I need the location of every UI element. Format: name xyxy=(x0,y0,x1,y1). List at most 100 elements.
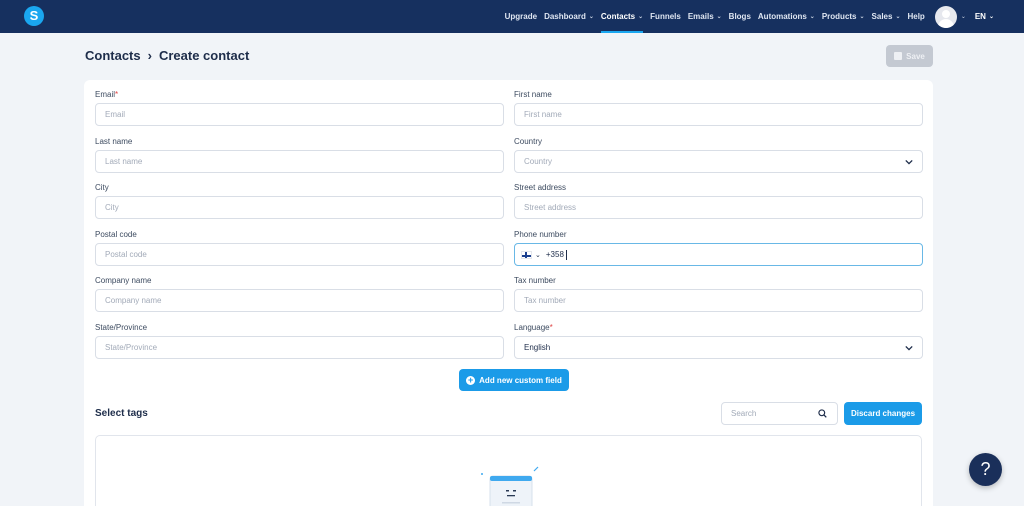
city-input[interactable]: City xyxy=(95,196,504,219)
text-cursor xyxy=(565,249,567,260)
chevron-right-icon: › xyxy=(147,48,152,63)
nav-item-contacts[interactable]: Contacts ⌄ xyxy=(600,0,644,33)
nav-item-funnels[interactable]: Funnels xyxy=(650,0,681,33)
tags-search-input[interactable]: Search xyxy=(721,402,838,425)
top-nav-bar: S Upgrade Dashboard ⌄ Contacts ⌄ Funnels E… xyxy=(0,0,1024,33)
breadcrumb-contacts-link[interactable]: Contacts xyxy=(85,48,141,63)
nav-item-label: Emails xyxy=(687,12,714,21)
language-label: EN xyxy=(974,12,986,21)
finland-flag-icon[interactable] xyxy=(521,250,532,259)
select-tags-heading: Select tags xyxy=(95,408,148,419)
country-select[interactable]: Country xyxy=(514,150,923,173)
nav-item-label: Dashboard xyxy=(544,12,586,21)
add-custom-field-button[interactable]: + Add new custom field xyxy=(459,369,569,391)
nav-item-blogs[interactable]: Blogs xyxy=(729,0,751,33)
postal-code-field-group: Postal code Postal code xyxy=(95,230,504,266)
nav-item-products[interactable]: Products ⌄ xyxy=(822,0,865,33)
country-placeholder: Country xyxy=(524,157,553,166)
company-name-placeholder: Company name xyxy=(105,296,162,305)
chevron-down-icon: ⌄ xyxy=(895,14,901,20)
first-name-input[interactable]: First name xyxy=(514,103,923,126)
city-placeholder: City xyxy=(105,203,119,212)
nav-item-automations[interactable]: Automations ⌄ xyxy=(758,0,815,33)
street-address-label: Street address xyxy=(514,183,567,192)
required-marker: * xyxy=(115,90,119,99)
chevron-down-icon xyxy=(905,345,913,351)
avatar[interactable] xyxy=(934,5,957,28)
first-name-label: First name xyxy=(514,90,552,99)
chevron-down-icon xyxy=(905,159,913,165)
search-icon xyxy=(818,409,827,418)
email-field-group: Email* Email xyxy=(95,90,504,126)
language-field-group: Language* English xyxy=(514,323,923,359)
discard-changes-label: Discard changes xyxy=(850,409,916,418)
app-logo[interactable]: S xyxy=(24,6,44,26)
country-label: Country xyxy=(514,137,543,146)
first-name-placeholder: First name xyxy=(524,110,562,119)
chevron-down-icon: ⌄ xyxy=(716,14,722,20)
nav-item-label: Products xyxy=(821,12,857,21)
tax-number-input[interactable]: Tax number xyxy=(514,289,923,312)
save-disk-icon xyxy=(894,52,903,60)
nav-item-label: Blogs xyxy=(728,12,751,21)
nav-item-help[interactable]: Help xyxy=(907,0,924,33)
postal-code-label: Postal code xyxy=(95,230,137,239)
phone-label: Phone number xyxy=(514,230,567,239)
nav-item-label: Sales xyxy=(871,12,893,21)
discard-changes-button[interactable]: Discard changes xyxy=(844,402,922,425)
chevron-down-icon: ⌄ xyxy=(988,14,994,20)
nav-item-label: Upgrade xyxy=(504,12,538,21)
nav-item-label: Funnels xyxy=(650,12,681,21)
chevron-down-icon[interactable]: ⌄ xyxy=(961,13,966,20)
nav-item-emails[interactable]: Emails ⌄ xyxy=(688,0,722,33)
state-input[interactable]: State/Province xyxy=(95,336,504,359)
help-chat-button[interactable]: ? xyxy=(969,453,1002,486)
state-placeholder: State/Province xyxy=(105,343,158,352)
nav-item-sales[interactable]: Sales ⌄ xyxy=(872,0,901,33)
nav-item-label: Help xyxy=(907,12,925,21)
language-switcher[interactable]: EN ⌄ xyxy=(975,12,994,21)
street-address-placeholder: Street address xyxy=(524,203,577,212)
save-button-label: Save xyxy=(906,51,925,61)
plus-circle-icon: + xyxy=(466,374,476,385)
tax-number-label: Tax number xyxy=(514,276,556,285)
tax-number-field-group: Tax number Tax number xyxy=(514,276,923,312)
state-label: State/Province xyxy=(95,323,148,332)
email-label-text: Email xyxy=(95,90,116,99)
breadcrumb: Contacts › Create contact xyxy=(85,48,249,63)
chevron-down-icon[interactable]: ⌄ xyxy=(535,251,541,259)
street-address-field-group: Street address Street address xyxy=(514,183,923,219)
main-nav: Upgrade Dashboard ⌄ Contacts ⌄ Funnels Ema… xyxy=(498,0,1024,33)
email-input[interactable]: Email xyxy=(95,103,504,126)
company-name-field-group: Company name Company name xyxy=(95,276,504,312)
chevron-down-icon: ⌄ xyxy=(809,14,815,20)
company-name-input[interactable]: Company name xyxy=(95,289,504,312)
phone-value: +358 xyxy=(545,250,564,259)
street-address-input[interactable]: Street address xyxy=(514,196,923,219)
city-field-group: City City xyxy=(95,183,504,219)
language-select[interactable]: English xyxy=(514,336,923,359)
postal-code-placeholder: Postal code xyxy=(105,250,147,259)
nav-item-label: Automations xyxy=(757,12,807,21)
empty-state-illustration xyxy=(481,466,539,506)
email-placeholder: Email xyxy=(105,110,126,119)
last-name-label: Last name xyxy=(95,137,133,146)
postal-code-input[interactable]: Postal code xyxy=(95,243,504,266)
phone-input[interactable]: ⌄ +358 xyxy=(514,243,923,266)
language-label-text: Language xyxy=(514,323,550,332)
page-title: Create contact xyxy=(158,48,250,63)
country-field-group: Country Country xyxy=(514,137,923,173)
last-name-field-group: Last name Last name xyxy=(95,137,504,173)
save-button[interactable]: Save xyxy=(886,45,933,67)
nav-item-upgrade[interactable]: Upgrade xyxy=(505,0,537,33)
last-name-placeholder: Last name xyxy=(105,157,143,166)
add-custom-field-label: Add new custom field xyxy=(479,375,562,385)
city-label: City xyxy=(95,183,109,192)
chevron-down-icon: ⌄ xyxy=(588,14,594,20)
language-value: English xyxy=(524,343,551,352)
email-label: Email* xyxy=(95,90,504,100)
last-name-input[interactable]: Last name xyxy=(95,150,504,173)
nav-item-label: Contacts xyxy=(600,12,636,21)
nav-item-dashboard[interactable]: Dashboard ⌄ xyxy=(544,0,594,33)
required-marker: * xyxy=(549,323,553,332)
